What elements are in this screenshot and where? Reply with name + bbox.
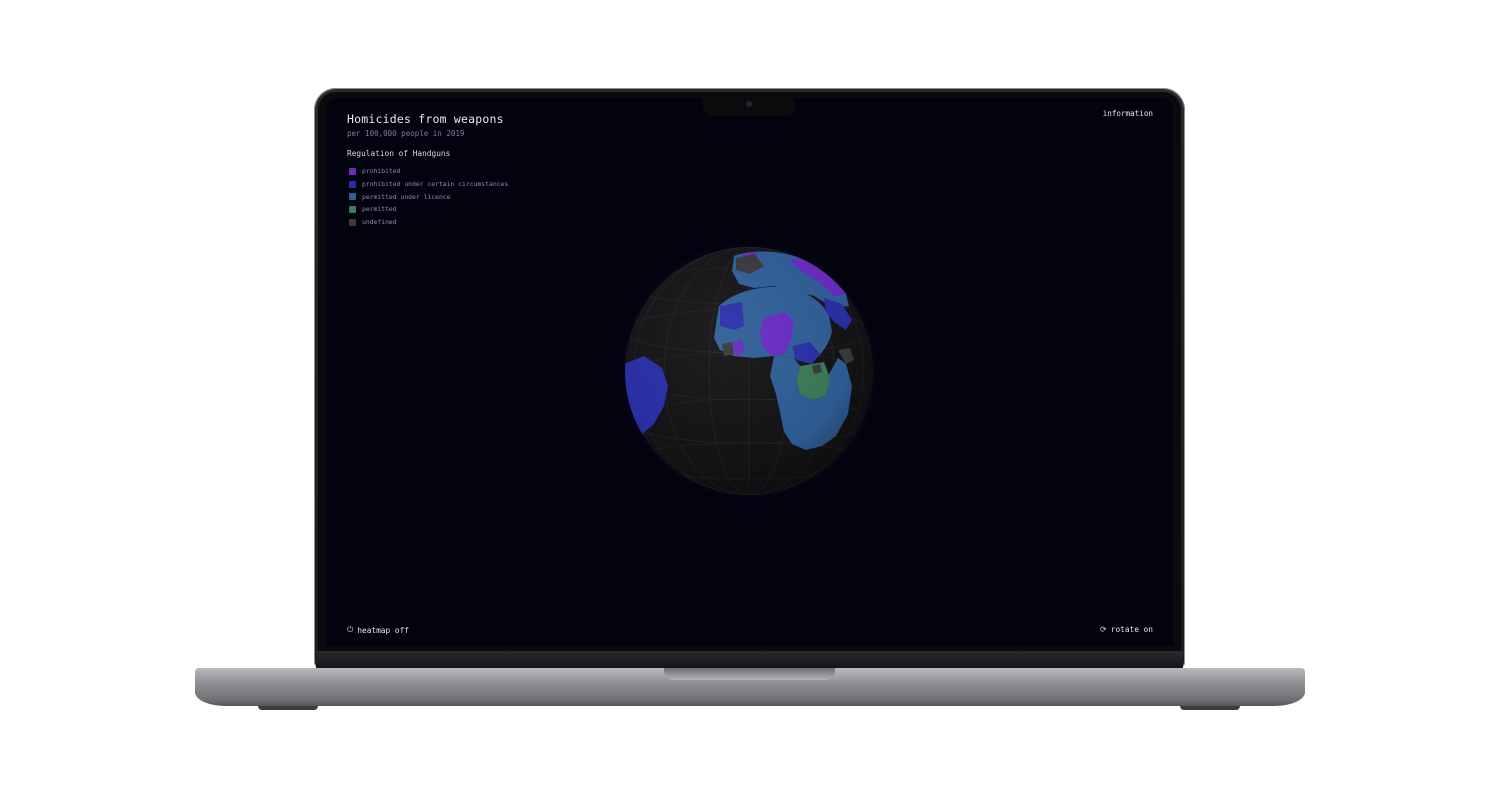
laptop-foot <box>1180 706 1240 710</box>
heatmap-toggle[interactable]: ⏻ heatmap off <box>347 625 409 635</box>
legend-swatch <box>349 193 356 201</box>
heatmap-label: heatmap off <box>357 625 409 635</box>
legend-label: prohibited under certain circumstances <box>362 180 509 189</box>
laptop-mockup: Homicides from weapons per 100,000 peopl… <box>0 0 1500 800</box>
rotate-icon: ⟳ <box>1100 625 1107 634</box>
power-icon: ⏻ <box>347 625 354 634</box>
globe-map[interactable] <box>624 246 874 496</box>
legend-item-permitted: permitted <box>349 203 508 216</box>
camera <box>746 101 752 107</box>
legend-label: permitted under licence <box>362 192 451 201</box>
legend-swatch <box>349 205 356 213</box>
page-subtitle: per 100,000 people in 2019 <box>347 129 465 138</box>
laptop-hinge <box>664 668 835 680</box>
legend-label: permitted <box>362 205 397 214</box>
legend-swatch <box>349 218 356 226</box>
information-link[interactable]: information <box>1103 109 1153 118</box>
globe-shading <box>625 247 873 495</box>
legend-item-prohibited: prohibited <box>349 165 508 178</box>
legend-item-permitted-licence: permitted under licence <box>349 190 508 203</box>
globe[interactable] <box>596 218 902 524</box>
screen-chin <box>316 651 1183 668</box>
legend-swatch <box>349 167 356 175</box>
legend: prohibited prohibited under certain circ… <box>349 165 508 228</box>
legend-label: undefined <box>362 218 397 227</box>
legend-item-undefined: undefined <box>349 216 508 229</box>
legend-label: prohibited <box>362 167 401 176</box>
page-title: Homicides from weapons <box>347 112 504 126</box>
rotate-label: rotate on <box>1110 625 1153 634</box>
legend-title: Regulation of Handguns <box>347 149 451 158</box>
laptop-foot <box>258 706 318 710</box>
legend-swatch <box>349 180 356 188</box>
rotate-toggle[interactable]: ⟳ rotate on <box>1100 625 1153 634</box>
app-screen: Homicides from weapons per 100,000 peopl… <box>326 98 1173 646</box>
legend-item-prohibited-certain: prohibited under certain circumstances <box>349 178 508 191</box>
